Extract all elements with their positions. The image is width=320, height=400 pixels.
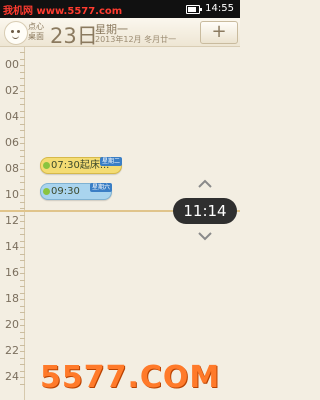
hour-tick bbox=[20, 84, 25, 86]
scroll-down-icon[interactable] bbox=[197, 229, 213, 243]
hour-tick bbox=[20, 325, 25, 326]
app-name: 点心 桌面 bbox=[28, 22, 44, 41]
hour-tick bbox=[20, 370, 25, 372]
event-tag: 星期二 bbox=[99, 157, 122, 166]
hour-tick bbox=[20, 221, 25, 222]
hour-tick bbox=[20, 149, 25, 151]
hour-tick bbox=[20, 175, 25, 177]
hour-tick bbox=[20, 201, 25, 203]
hour-label: 02 bbox=[5, 84, 19, 97]
scroll-up-icon[interactable] bbox=[197, 177, 213, 191]
hour-tick bbox=[20, 234, 25, 235]
hour-tick bbox=[20, 156, 25, 157]
event-tag: 星期六 bbox=[89, 183, 112, 192]
hour-tick bbox=[20, 377, 25, 378]
hour-tick bbox=[20, 78, 25, 79]
hour-tick bbox=[20, 97, 25, 99]
hour-tick bbox=[20, 162, 25, 164]
calendar-header: 点心 桌面 23日 星期一 2013年12月 冬月廿一 + bbox=[0, 18, 240, 50]
hour-tick bbox=[20, 91, 25, 92]
event-chip[interactable]: 09:30 星期六 bbox=[40, 183, 112, 200]
status-time: 14:55 bbox=[205, 3, 234, 14]
hour-label: 08 bbox=[5, 162, 19, 175]
day-number[interactable]: 23日 bbox=[50, 20, 98, 50]
hour-tick bbox=[20, 110, 25, 112]
hour-tick bbox=[20, 227, 25, 229]
hour-tick bbox=[20, 123, 25, 125]
hour-tick bbox=[20, 240, 25, 242]
timeline-axis bbox=[24, 47, 25, 400]
hour-tick bbox=[20, 117, 25, 118]
hour-tick bbox=[20, 195, 25, 196]
hour-label: 16 bbox=[5, 266, 19, 279]
hour-tick bbox=[20, 318, 25, 320]
hour-label: 12 bbox=[5, 214, 19, 227]
alarm-dot-icon bbox=[43, 162, 50, 169]
day-timeline[interactable]: 07:30起床... 星期二 09:30 星期六 11:14 00 02 04 06 0… bbox=[0, 47, 240, 400]
hour-tick bbox=[20, 214, 25, 216]
hour-label: 14 bbox=[5, 240, 19, 253]
watermark-logo: 5577.COM bbox=[40, 360, 221, 395]
hour-tick bbox=[20, 65, 25, 66]
hour-tick bbox=[20, 273, 25, 274]
status-bar: 我机网 www.5577.com 14:55 bbox=[0, 0, 240, 18]
hour-tick bbox=[20, 331, 25, 333]
lunar-date: 2013年12月 冬月廿一 bbox=[95, 35, 177, 44]
current-time-pill[interactable]: 11:14 bbox=[173, 198, 237, 224]
hour-tick bbox=[20, 169, 25, 170]
hour-label: 04 bbox=[5, 110, 19, 123]
hour-tick bbox=[20, 136, 25, 138]
hour-tick bbox=[20, 58, 25, 60]
hour-tick bbox=[20, 364, 25, 365]
event-time: 09:30 bbox=[51, 186, 80, 197]
hour-tick bbox=[20, 188, 25, 190]
hour-tick bbox=[20, 266, 25, 268]
event-time: 07:30 bbox=[51, 160, 80, 171]
add-event-button[interactable]: + bbox=[200, 21, 238, 44]
hour-tick bbox=[20, 305, 25, 307]
hour-tick bbox=[20, 357, 25, 359]
hour-tick bbox=[20, 344, 25, 346]
hour-label: 10 bbox=[5, 188, 19, 201]
hour-tick bbox=[20, 279, 25, 281]
hour-tick bbox=[20, 312, 25, 313]
hour-tick bbox=[20, 338, 25, 339]
hour-label: 06 bbox=[5, 136, 19, 149]
hour-tick bbox=[20, 260, 25, 261]
hour-tick bbox=[20, 286, 25, 287]
hour-tick bbox=[20, 143, 25, 144]
hour-tick bbox=[20, 292, 25, 294]
hour-label: 00 bbox=[5, 58, 19, 71]
hour-tick bbox=[20, 208, 25, 209]
hour-tick bbox=[20, 253, 25, 255]
app-mascot-icon[interactable] bbox=[4, 21, 28, 45]
hour-tick bbox=[20, 71, 25, 73]
hour-label: 20 bbox=[5, 318, 19, 331]
battery-icon bbox=[186, 5, 202, 14]
hour-tick bbox=[20, 52, 25, 53]
hour-tick bbox=[20, 130, 25, 131]
hour-label: 18 bbox=[5, 292, 19, 305]
hour-tick bbox=[20, 383, 25, 385]
hour-tick bbox=[20, 104, 25, 105]
hour-label: 22 bbox=[5, 344, 19, 357]
hour-tick bbox=[20, 182, 25, 183]
hour-tick bbox=[20, 247, 25, 248]
hour-label: 24 bbox=[5, 370, 19, 383]
event-chip[interactable]: 07:30起床... 星期二 bbox=[40, 157, 122, 174]
hour-tick bbox=[20, 299, 25, 300]
hour-tick bbox=[20, 351, 25, 352]
site-label: 我机网 www.5577.com bbox=[3, 6, 123, 17]
alarm-dot-icon bbox=[43, 188, 50, 195]
